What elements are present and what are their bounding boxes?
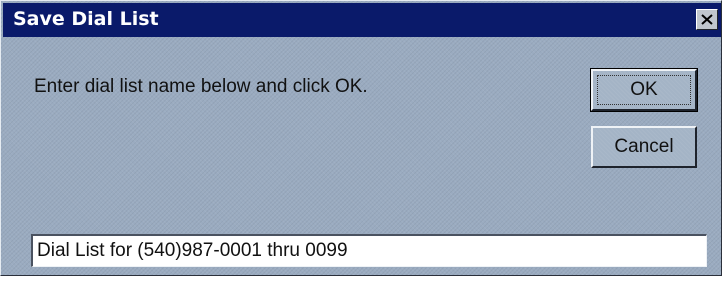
ok-button[interactable]: OK <box>590 68 698 112</box>
instruction-text: Enter dial list name below and click OK. <box>34 76 368 97</box>
save-dial-list-dialog: Save Dial List Enter dial list name belo… <box>0 0 722 276</box>
dial-list-name-input[interactable] <box>31 234 707 267</box>
title-bar[interactable]: Save Dial List <box>3 3 721 37</box>
cancel-button[interactable]: Cancel <box>591 126 697 168</box>
window-title: Save Dial List <box>13 8 159 30</box>
close-x-icon <box>701 14 713 25</box>
close-button[interactable] <box>696 9 718 30</box>
ok-button-label: OK <box>630 79 658 100</box>
cancel-button-label: Cancel <box>614 136 674 157</box>
